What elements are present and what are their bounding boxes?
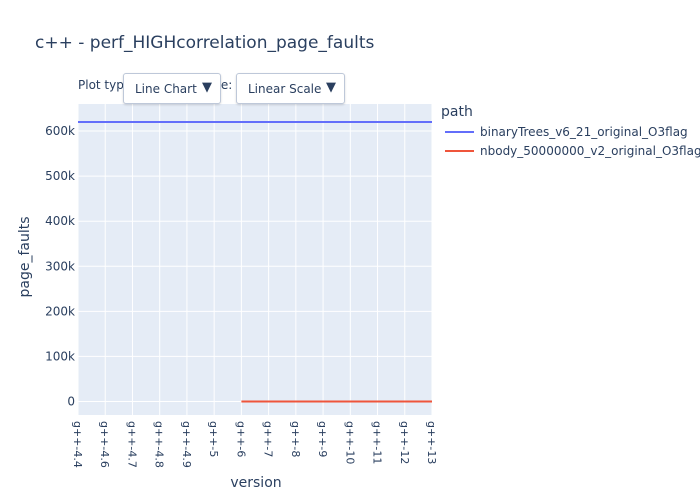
x-tick-label: g++-7 [262, 421, 275, 457]
legend-label: binaryTrees_v6_21_original_O3flag [480, 125, 688, 139]
y-tick-label: 600k [45, 124, 75, 138]
x-tick-label: g++-4.8 [153, 421, 166, 468]
y-tick-label: 0 [67, 394, 75, 408]
scale-value: Linear Scale [248, 81, 322, 96]
scale-dropdown[interactable]: Linear Scale ▼ [236, 73, 345, 104]
x-tick-label: g++-4.4 [71, 421, 84, 468]
y-tick-label: 500k [45, 169, 75, 183]
legend-item-binarytrees[interactable]: binaryTrees_v6_21_original_O3flag [445, 124, 688, 140]
x-tick-label: g++-4.7 [125, 421, 138, 468]
legend-title: path [441, 104, 473, 120]
legend-swatch [445, 131, 474, 133]
legend-swatch [445, 150, 474, 152]
y-tick-labels: 0 100k 200k 300k 400k 500k 600k [45, 124, 75, 408]
legend-label: nbody_50000000_v2_original_O3flag [480, 144, 700, 158]
x-tick-label: g++-4.9 [180, 421, 193, 468]
x-tick-label: g++-10 [343, 421, 356, 464]
x-tick-label: g++-11 [371, 421, 384, 464]
plot-area [78, 104, 432, 415]
line-chart: 0 100k 200k 300k 400k 500k 600k g++-4.4 g++-4.6… [17, 104, 438, 491]
x-axis-label: version [230, 475, 281, 491]
x-tick-label: g++-8 [289, 421, 302, 457]
legend-item-nbody[interactable]: nbody_50000000_v2_original_O3flag [445, 143, 700, 159]
dropdown-arrow-icon: ▼ [202, 80, 212, 95]
x-tick-label: g++-4.6 [98, 421, 111, 468]
x-tick-label: g++-9 [316, 421, 329, 457]
y-tick-label: 100k [45, 349, 75, 363]
x-tick-label: g++-6 [234, 421, 247, 457]
plot-type-value: Line Chart [135, 81, 197, 96]
x-tick-label: g++-13 [425, 421, 438, 464]
y-tick-label: 300k [45, 259, 75, 273]
y-tick-label: 400k [45, 214, 75, 228]
x-tick-label: g++-5 [207, 421, 220, 457]
y-axis-label: page_faults [17, 216, 33, 297]
plot-type-dropdown[interactable]: Line Chart ▼ [123, 73, 221, 104]
dropdown-arrow-icon: ▼ [326, 80, 336, 95]
x-tick-labels: g++-4.4 g++-4.6 g++-4.7 g++-4.8 g++-4.9 g++-5… [71, 421, 438, 468]
y-tick-label: 200k [45, 304, 75, 318]
x-tick-label: g++-12 [398, 421, 411, 464]
